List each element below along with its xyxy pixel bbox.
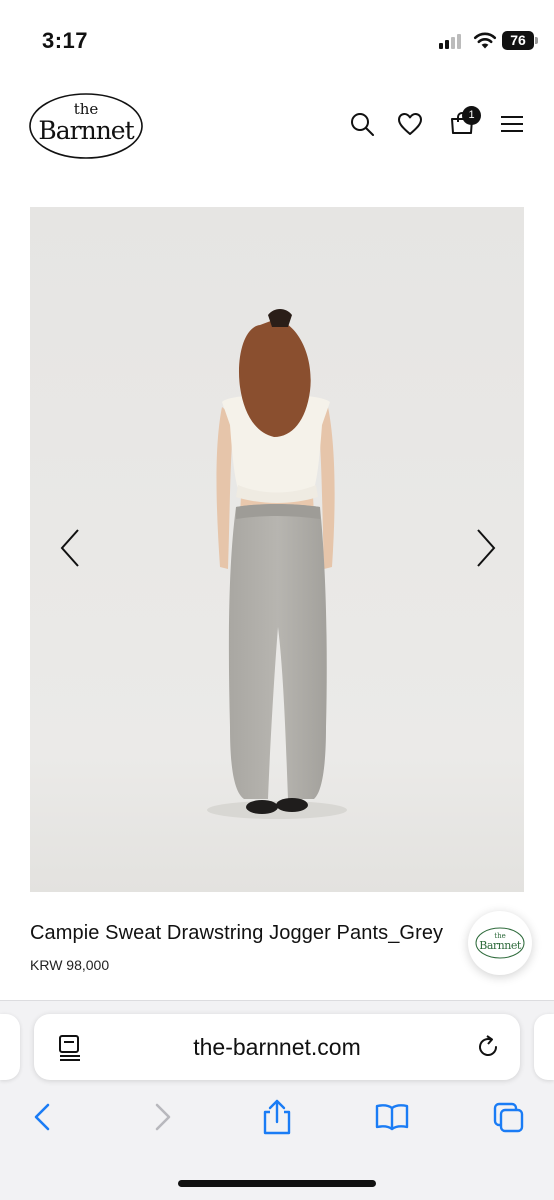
cart-count-badge: 1 — [462, 106, 481, 125]
reload-icon[interactable] — [474, 1032, 502, 1062]
battery-level: 76 — [502, 31, 534, 50]
search-icon[interactable] — [348, 110, 376, 138]
status-bar: 3:17 76 — [0, 0, 554, 80]
heart-icon[interactable] — [396, 110, 424, 138]
product-photo-model — [30, 207, 524, 892]
share-icon[interactable] — [259, 1098, 295, 1136]
battery-icon: 76 — [502, 31, 538, 50]
brand-logo[interactable]: the Barnnet — [28, 92, 144, 160]
logo-main-text: Barnnet — [38, 116, 134, 145]
next-tab-peek[interactable] — [534, 1014, 554, 1080]
book-icon[interactable] — [374, 1098, 410, 1136]
chevron-left-icon[interactable] — [56, 526, 86, 570]
forward-icon[interactable] — [144, 1098, 180, 1136]
url-text: the-barnnet.com — [193, 1034, 361, 1060]
status-time: 3:17 — [42, 28, 89, 53]
previous-tab-peek[interactable] — [0, 1014, 20, 1080]
tabs-icon[interactable] — [491, 1098, 527, 1136]
back-icon[interactable] — [26, 1098, 62, 1136]
product-image[interactable] — [30, 207, 524, 892]
chat-logo-main-text: Barnnet — [479, 939, 521, 952]
address-bar[interactable]: the-barnnet.com — [34, 1014, 520, 1080]
wifi-icon — [473, 32, 497, 49]
home-indicator — [178, 1180, 376, 1187]
cellular-signal-icon — [439, 33, 465, 49]
chevron-right-icon[interactable] — [470, 526, 500, 570]
hamburger-menu-icon[interactable] — [498, 110, 526, 138]
product-price: KRW 98,000 — [30, 957, 110, 973]
chat-button[interactable]: the Barnnet — [468, 911, 532, 975]
product-title: Campie Sweat Drawstring Jogger Pants_Gre… — [30, 922, 444, 944]
